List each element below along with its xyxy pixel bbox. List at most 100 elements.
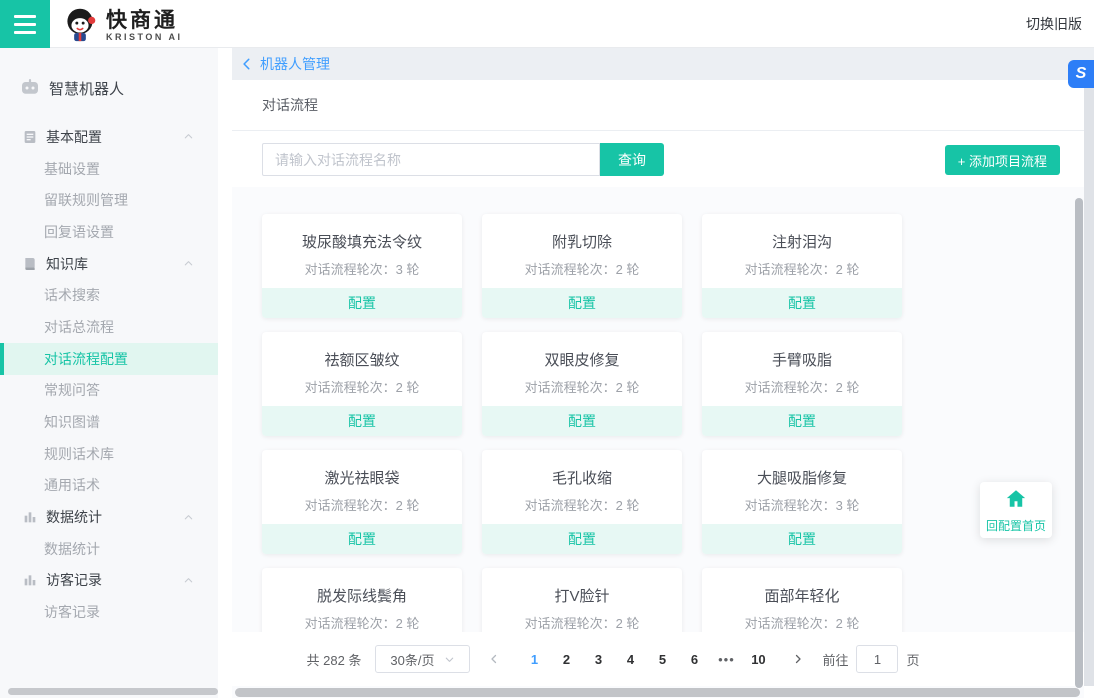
home-icon (1004, 488, 1028, 510)
sidebar-item-基本配置[interactable]: 基本配置 (0, 121, 218, 153)
flow-card-rounds: 对话流程轮次：2 轮 (482, 259, 682, 278)
page-number-4[interactable]: 4 (614, 652, 646, 667)
configure-button[interactable]: 配置 (262, 288, 462, 318)
sidebar-item-留联规则管理[interactable]: 留联规则管理 (0, 184, 218, 216)
sidebar-item-回复语设置[interactable]: 回复语设置 (0, 216, 218, 248)
tab-dialog-flow[interactable]: 对话流程 (262, 80, 318, 131)
flow-card-title: 注射泪沟 (702, 231, 902, 252)
sidebar-item-label: 对话流程配置 (44, 349, 128, 369)
flow-card: 双眼皮修复对话流程轮次：2 轮配置 (482, 332, 682, 436)
page-ellipsis[interactable]: ••• (710, 652, 742, 667)
configure-button[interactable]: 配置 (262, 524, 462, 554)
configure-button[interactable]: 配置 (262, 406, 462, 436)
sidebar-item-对话流程配置[interactable]: 对话流程配置 (0, 343, 218, 375)
flow-card-title: 打V脸针 (482, 585, 682, 606)
sidebar-item-访客记录[interactable]: 访客记录 (0, 565, 218, 597)
page-number-2[interactable]: 2 (550, 652, 582, 667)
horizontal-scrollbar-thumb[interactable] (235, 688, 1080, 697)
flow-card-title: 激光祛眼袋 (262, 467, 462, 488)
sidebar-item-数据统计[interactable]: 数据统计 (0, 501, 218, 533)
hamburger-menu-icon[interactable] (0, 0, 50, 48)
sidebar-item-label: 数据统计 (46, 507, 102, 527)
back-chevron-icon (240, 57, 254, 71)
back-to-config-home-button[interactable]: 回配置首页 (980, 482, 1052, 538)
add-project-flow-button[interactable]: + 添加项目流程 (945, 145, 1060, 175)
configure-button[interactable]: 配置 (702, 288, 902, 318)
flow-card-rounds: 对话流程轮次：2 轮 (702, 613, 902, 632)
sidebar-item-label: 知识图谱 (44, 412, 100, 432)
sidebar-item-数据统计[interactable]: 数据统计 (0, 533, 218, 565)
sidebar-item-话术搜索[interactable]: 话术搜索 (0, 279, 218, 311)
sidebar-item-label: 访客记录 (44, 602, 100, 622)
kst-floating-widget-icon[interactable]: S (1068, 60, 1094, 88)
sidebar-item-通用话术[interactable]: 通用话术 (0, 470, 218, 502)
flow-card: 激光祛眼袋对话流程轮次：2 轮配置 (262, 450, 462, 554)
flow-card-grid: 玻尿酸填充法令纹对话流程轮次：3 轮配置附乳切除对话流程轮次：2 轮配置注射泪沟… (232, 187, 1084, 698)
configure-button[interactable]: 配置 (702, 524, 902, 554)
flow-card-title: 双眼皮修复 (482, 349, 682, 370)
flow-card-rounds: 对话流程轮次：3 轮 (702, 495, 902, 514)
page-number-10[interactable]: 10 (742, 652, 774, 667)
flow-card-rounds: 对话流程轮次：2 轮 (262, 613, 462, 632)
bar-chart-icon (22, 509, 38, 525)
search-button[interactable]: 查询 (600, 143, 664, 176)
sidebar-item-label: 留联规则管理 (44, 190, 128, 210)
sidebar-item-label: 规则话术库 (44, 444, 114, 464)
next-page-button[interactable] (788, 653, 808, 665)
book-icon (22, 256, 38, 272)
page-size-value: 30条/页 (390, 650, 434, 669)
sidebar-item-知识图谱[interactable]: 知识图谱 (0, 406, 218, 438)
flow-card: 祛额区皱纹对话流程轮次：2 轮配置 (262, 332, 462, 436)
configure-button[interactable]: 配置 (702, 406, 902, 436)
flow-card-rounds: 对话流程轮次：2 轮 (702, 377, 902, 396)
flow-card: 大腿吸脂修复对话流程轮次：3 轮配置 (702, 450, 902, 554)
sidebar-item-label: 对话总流程 (44, 317, 114, 337)
chevron-up-icon (183, 575, 194, 586)
configure-button[interactable]: 配置 (482, 524, 682, 554)
sidebar-item-智慧机器人[interactable]: 智慧机器人 (0, 68, 218, 108)
brand-name-cn: 快商通 (106, 10, 183, 32)
flow-card: 手臂吸脂对话流程轮次：2 轮配置 (702, 332, 902, 436)
sidebar-item-访客记录[interactable]: 访客记录 (0, 596, 218, 628)
sidebar-item-label: 话术搜索 (44, 285, 100, 305)
flow-card: 毛孔收缩对话流程轮次：2 轮配置 (482, 450, 682, 554)
goto-page-input[interactable] (856, 645, 898, 673)
sidebar-item-规则话术库[interactable]: 规则话术库 (0, 438, 218, 470)
breadcrumb[interactable]: 机器人管理 (232, 48, 1094, 80)
page-size-select[interactable]: 30条/页 (375, 645, 470, 673)
sidebar-item-知识库[interactable]: 知识库 (0, 248, 218, 280)
configure-button[interactable]: 配置 (482, 406, 682, 436)
flow-card-title: 脱发际线鬓角 (262, 585, 462, 606)
page-number-1[interactable]: 1 (518, 652, 550, 667)
prev-page-button[interactable] (484, 653, 504, 665)
flow-card-title: 面部年轻化 (702, 585, 902, 606)
sidebar-item-label: 通用话术 (44, 475, 100, 495)
bar-chart-icon (22, 572, 38, 588)
configure-button[interactable]: 配置 (482, 288, 682, 318)
search-toolbar: 查询 + 添加项目流程 (232, 132, 1084, 187)
flow-card: 注射泪沟对话流程轮次：2 轮配置 (702, 214, 902, 318)
chevron-up-icon (183, 512, 194, 523)
sidebar-item-基础设置[interactable]: 基础设置 (0, 153, 218, 185)
page-number-6[interactable]: 6 (678, 652, 710, 667)
goto-page-group: 前往 页 (822, 645, 919, 673)
flow-card-title: 玻尿酸填充法令纹 (262, 231, 462, 252)
chevron-down-icon (444, 654, 455, 665)
sidebar: 智慧机器人基本配置基础设置留联规则管理回复语设置知识库话术搜索对话总流程对话流程… (0, 48, 218, 698)
breadcrumb-label[interactable]: 机器人管理 (260, 54, 330, 74)
flow-card: 附乳切除对话流程轮次：2 轮配置 (482, 214, 682, 318)
sidebar-item-label: 访客记录 (46, 570, 102, 590)
search-input[interactable] (262, 143, 600, 176)
flow-card: 玻尿酸填充法令纹对话流程轮次：3 轮配置 (262, 214, 462, 318)
vertical-scrollbar-thumb[interactable] (1075, 198, 1083, 688)
goto-suffix: 页 (906, 650, 919, 669)
sidebar-horizontal-scrollbar[interactable] (8, 688, 218, 695)
page-scrollbar-track[interactable] (1084, 80, 1094, 686)
page-number-3[interactable]: 3 (582, 652, 614, 667)
robot-icon (18, 76, 42, 100)
sidebar-item-对话总流程[interactable]: 对话总流程 (0, 311, 218, 343)
switch-old-version-link[interactable]: 切换旧版 (1026, 0, 1082, 48)
page-number-5[interactable]: 5 (646, 652, 678, 667)
sidebar-item-常规问答[interactable]: 常规问答 (0, 375, 218, 407)
flow-card-title: 附乳切除 (482, 231, 682, 252)
